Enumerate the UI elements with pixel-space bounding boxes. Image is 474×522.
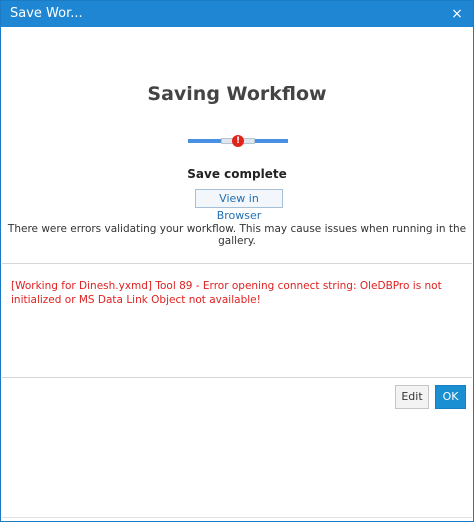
save-progress-indicator: ! bbox=[188, 135, 288, 147]
bottom-edge bbox=[2, 517, 472, 518]
window-title: Save Wor... bbox=[10, 6, 83, 21]
title-bar: Save Wor... × bbox=[1, 1, 473, 27]
edit-button[interactable]: Edit bbox=[395, 385, 429, 409]
error-message: [Working for Dinesh.yxmd] Tool 89 - Erro… bbox=[11, 280, 442, 306]
view-in-browser-button[interactable]: View in Browser bbox=[195, 189, 283, 222]
validation-warning: There were errors validating your workfl… bbox=[7, 223, 467, 247]
status-text: Save complete bbox=[187, 167, 287, 181]
divider-bottom bbox=[2, 377, 472, 378]
error-icon: ! bbox=[232, 135, 244, 147]
ok-button[interactable]: OK bbox=[435, 385, 466, 409]
page-title: Saving Workflow bbox=[147, 83, 327, 105]
close-icon[interactable]: × bbox=[447, 4, 467, 24]
divider-top bbox=[2, 263, 472, 264]
save-workflow-dialog: Save Wor... × Saving Workflow ! Save com… bbox=[0, 0, 474, 522]
